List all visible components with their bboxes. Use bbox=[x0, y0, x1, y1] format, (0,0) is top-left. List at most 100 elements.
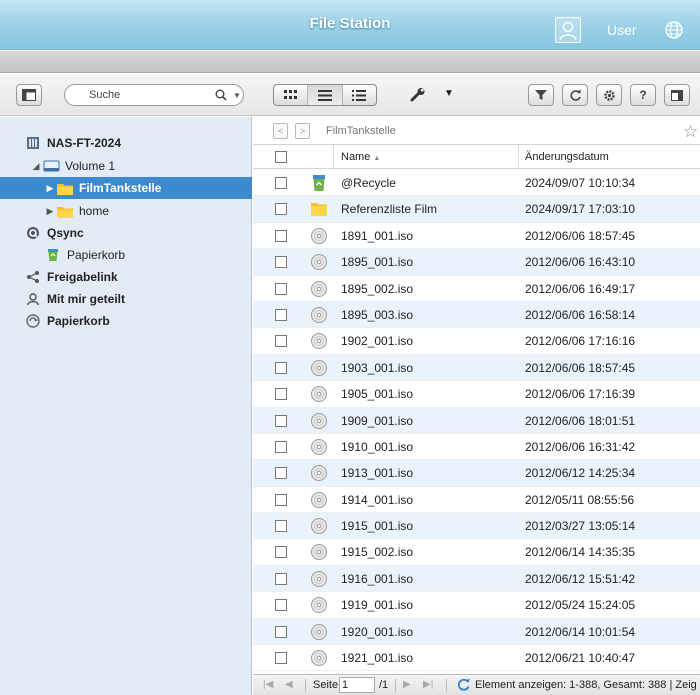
filter-button[interactable] bbox=[528, 84, 554, 106]
expand-arrow-icon[interactable]: ▶ bbox=[44, 206, 56, 217]
file-name[interactable]: 1913_001.iso bbox=[341, 466, 413, 480]
row-checkbox[interactable] bbox=[275, 414, 287, 427]
table-row[interactable]: 1920_001.iso 2012/06/14 10:01:54 bbox=[253, 618, 700, 646]
language-globe-icon[interactable] bbox=[664, 20, 684, 40]
row-checkbox[interactable] bbox=[275, 229, 287, 242]
toggle-sidebar-button[interactable] bbox=[16, 84, 42, 106]
row-checkbox[interactable] bbox=[275, 256, 287, 269]
table-row[interactable]: 1909_001.iso 2012/06/06 18:01:51 bbox=[253, 407, 700, 434]
sidebar-item-nas[interactable]: NAS-FT-2024 bbox=[0, 132, 252, 154]
table-row[interactable]: 1910_001.iso 2012/06/06 16:31:42 bbox=[253, 434, 700, 461]
table-row[interactable]: 1914_001.iso 2012/05/11 08:55:56 bbox=[253, 487, 700, 514]
table-row[interactable]: 1916_001.iso 2012/06/12 15:51:42 bbox=[253, 565, 700, 593]
sidebar-item-freigabelink[interactable]: Freigabelink bbox=[0, 266, 252, 288]
table-row[interactable]: 1895_001.iso 2012/06/06 16:43:10 bbox=[253, 249, 700, 276]
search-icon[interactable] bbox=[215, 89, 227, 101]
file-name[interactable]: 1915_002.iso bbox=[341, 545, 413, 559]
file-name[interactable]: @Recycle bbox=[341, 176, 396, 190]
row-checkbox[interactable] bbox=[275, 467, 287, 480]
row-checkbox[interactable] bbox=[275, 440, 287, 453]
file-name[interactable]: 1919_001.iso bbox=[341, 598, 413, 612]
table-row[interactable]: 1891_001.iso 2012/06/06 18:57:45 bbox=[253, 223, 700, 250]
help-button[interactable]: ? bbox=[630, 84, 656, 106]
file-name[interactable]: 1915_001.iso bbox=[341, 519, 413, 533]
table-row[interactable]: @Recycle 2024/09/07 10:10:34 bbox=[253, 170, 700, 197]
page-input[interactable]: 1 bbox=[339, 677, 375, 693]
sidebar-item-qsync[interactable]: Qsync bbox=[0, 222, 252, 244]
row-checkbox[interactable] bbox=[275, 493, 287, 506]
table-row[interactable]: 1915_002.iso 2012/06/14 14:35:35 bbox=[253, 539, 700, 566]
settings-button[interactable] bbox=[596, 84, 622, 106]
next-page-icon[interactable]: ▶ bbox=[403, 679, 411, 690]
table-row[interactable]: 1895_003.iso 2012/06/06 16:58:14 bbox=[253, 301, 700, 329]
row-checkbox[interactable] bbox=[275, 282, 287, 295]
expand-arrow-icon[interactable]: ▶ bbox=[44, 183, 56, 194]
table-row[interactable]: 1915_001.iso 2012/03/27 13:05:14 bbox=[253, 513, 700, 540]
file-name[interactable]: 1895_001.iso bbox=[341, 255, 413, 269]
table-row[interactable]: 1905_001.iso 2012/06/06 17:16:39 bbox=[253, 381, 700, 408]
collapse-arrow-icon[interactable]: ◢ bbox=[30, 161, 42, 172]
file-name[interactable]: 1895_002.iso bbox=[341, 282, 413, 296]
row-checkbox[interactable] bbox=[275, 652, 287, 665]
row-checkbox[interactable] bbox=[275, 335, 287, 348]
search-dropdown-icon[interactable]: ▼ bbox=[233, 91, 241, 100]
file-name[interactable]: Referenzliste Film bbox=[341, 202, 437, 216]
sidebar-item-qsync-papierkorb[interactable]: Papierkorb bbox=[0, 244, 252, 266]
file-name[interactable]: 1902_001.iso bbox=[341, 334, 413, 348]
file-name[interactable]: 1891_001.iso bbox=[341, 229, 413, 243]
back-button[interactable]: < bbox=[273, 123, 288, 139]
table-row[interactable]: 1903_001.iso 2012/06/06 18:57:45 bbox=[253, 354, 700, 382]
file-name[interactable]: 1916_001.iso bbox=[341, 572, 413, 586]
table-row[interactable]: 1919_001.iso 2012/05/24 15:24:05 bbox=[253, 592, 700, 619]
column-header-date[interactable]: Änderungsdatum bbox=[525, 151, 609, 163]
table-row[interactable]: 1913_001.iso 2012/06/12 14:25:34 bbox=[253, 460, 700, 487]
file-name[interactable]: 1903_001.iso bbox=[341, 361, 413, 375]
file-name[interactable]: 1921_001.iso bbox=[341, 651, 413, 665]
row-checkbox[interactable] bbox=[275, 599, 287, 612]
row-checkbox[interactable] bbox=[275, 572, 287, 585]
user-avatar-icon[interactable] bbox=[555, 17, 581, 43]
tools-dropdown-icon[interactable]: ▼ bbox=[444, 88, 454, 99]
sidebar-item-mit-mir-geteilt[interactable]: Mit mir geteilt bbox=[0, 288, 252, 310]
file-name[interactable]: 1905_001.iso bbox=[341, 387, 413, 401]
user-label[interactable]: User bbox=[607, 22, 637, 38]
refresh-button[interactable] bbox=[562, 84, 588, 106]
refresh-status-icon[interactable] bbox=[456, 677, 471, 692]
select-all-checkbox[interactable] bbox=[275, 151, 287, 163]
tools-wrench-icon[interactable] bbox=[409, 87, 429, 103]
table-row[interactable]: 1895_002.iso 2012/06/06 16:49:17 bbox=[253, 276, 700, 302]
row-checkbox[interactable] bbox=[275, 308, 287, 321]
list-view-button[interactable] bbox=[308, 85, 343, 105]
file-name[interactable]: 1895_003.iso bbox=[341, 308, 413, 322]
search-input[interactable]: Suche ▼ bbox=[64, 84, 244, 106]
file-name[interactable]: 1920_001.iso bbox=[341, 625, 413, 639]
prev-page-icon[interactable]: ◀ bbox=[285, 679, 293, 690]
row-checkbox[interactable] bbox=[275, 203, 287, 216]
breadcrumb[interactable]: FilmTankstelle bbox=[326, 125, 396, 137]
sidebar-item-filmtankstelle[interactable]: ▶ FilmTankstelle bbox=[0, 177, 252, 199]
sidebar-item-home[interactable]: ▶ home bbox=[0, 200, 252, 222]
file-date: 2012/06/21 10:40:47 bbox=[525, 651, 636, 666]
row-checkbox[interactable] bbox=[275, 177, 287, 189]
row-checkbox[interactable] bbox=[275, 520, 287, 533]
detail-view-button[interactable] bbox=[343, 85, 376, 105]
thumbnail-view-button[interactable] bbox=[274, 85, 309, 105]
row-checkbox[interactable] bbox=[275, 625, 287, 638]
row-checkbox[interactable] bbox=[275, 546, 287, 559]
table-row[interactable]: 1902_001.iso 2012/06/06 17:16:16 bbox=[253, 328, 700, 355]
file-name[interactable]: 1914_001.iso bbox=[341, 493, 413, 507]
favorite-star-icon[interactable]: ☆ bbox=[683, 122, 698, 142]
forward-button[interactable]: > bbox=[295, 123, 310, 139]
column-header-name[interactable]: Name ▲ bbox=[341, 151, 380, 163]
file-name[interactable]: 1910_001.iso bbox=[341, 440, 413, 454]
sidebar-item-volume1[interactable]: ◢ Volume 1 bbox=[0, 155, 252, 177]
last-page-icon[interactable]: ▶| bbox=[423, 679, 433, 690]
row-checkbox[interactable] bbox=[275, 361, 287, 374]
row-checkbox[interactable] bbox=[275, 388, 287, 401]
table-row[interactable]: Referenzliste Film 2024/09/17 17:03:10 bbox=[253, 196, 700, 223]
more-panel-button[interactable] bbox=[664, 84, 690, 106]
table-row[interactable]: 1921_001.iso 2012/06/21 10:40:47 bbox=[253, 645, 700, 672]
sidebar-item-papierkorb[interactable]: Papierkorb bbox=[0, 310, 252, 332]
first-page-icon[interactable]: |◀ bbox=[263, 679, 273, 690]
file-name[interactable]: 1909_001.iso bbox=[341, 414, 413, 428]
